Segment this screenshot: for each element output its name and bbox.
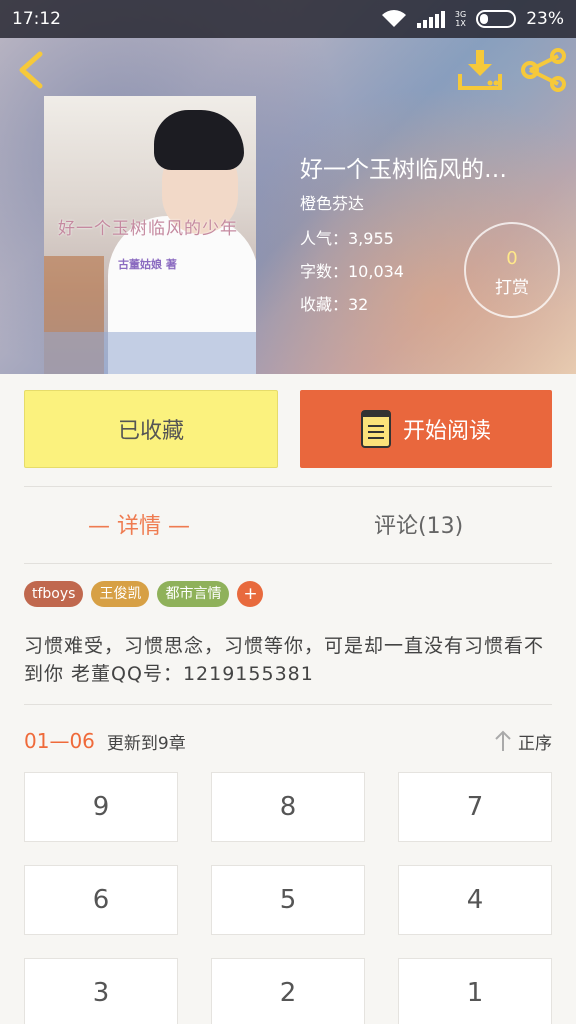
book-favorites: 收藏：32 [300,295,369,314]
tab-detail[interactable]: — 详情 — [88,508,190,540]
book-icon [360,410,391,448]
cover-band [44,332,256,374]
book-author: 橙色芬达 [300,194,365,213]
wifi-icon [381,10,406,27]
chapter-range[interactable]: 01—06 [24,729,95,753]
status-time: 17:12 [12,9,61,29]
battery-icon [476,10,517,28]
reward-count: 0 [506,248,518,269]
tag-list: tfboys 王俊凯 都市言情 + [24,581,264,607]
chapter-cell[interactable]: 3 [24,958,178,1024]
cover-hair [154,110,244,170]
chapter-cell[interactable]: 4 [398,865,552,935]
start-reading-label: 开始阅读 [402,419,491,444]
download-icon[interactable] [458,48,502,92]
network-type: 3G 1X [454,10,467,28]
reward-label: 打赏 [495,278,529,298]
chapter-cell[interactable]: 8 [211,772,365,842]
collect-button[interactable]: 已收藏 [24,390,278,468]
sort-button[interactable]: 正序 [494,729,552,754]
chapter-cell[interactable]: 7 [398,772,552,842]
reward-button[interactable]: 0 打赏 [464,222,560,318]
chapter-cell[interactable]: 2 [211,958,365,1024]
book-popularity: 人气：3,955 [300,229,394,248]
book-title: 好一个玉树临风的… [300,157,507,183]
collect-button-label: 已收藏 [117,419,184,444]
divider [24,704,552,705]
cover-title: 好一个玉树临风的少年 [58,219,238,239]
tab-comments[interactable]: 评论(13) [374,508,463,540]
book-word-count: 字数：10,034 [300,262,404,281]
start-reading-button[interactable]: 开始阅读 [300,390,552,468]
chapter-cell[interactable]: 5 [211,865,365,935]
add-tag-button[interactable]: + [237,581,264,607]
chapter-updated: 更新到9章 [106,733,186,754]
signal-icon [416,10,445,28]
share-icon[interactable] [520,48,568,92]
tag-tfboys[interactable]: tfboys [24,581,84,607]
arrow-up-icon [495,730,511,751]
divider [24,486,552,487]
cover-author: 古董姑娘 著 [118,258,177,271]
status-bar: 17:12 3G 1X 23% [0,0,576,38]
tag-wangjunkai[interactable]: 王俊凯 [91,581,150,607]
chapter-header: 01—06 更新到9章 正序 [24,726,552,756]
chapter-cell[interactable]: 6 [24,865,178,935]
chapter-cell[interactable]: 9 [24,772,178,842]
book-description: 习惯难受，习惯思念，习惯等你，可是却一直没有习惯看不到你 老董QQ号：12191… [24,635,545,685]
book-cover[interactable]: 好一个玉树临风的少年 古董姑娘 著 [44,96,256,374]
back-button[interactable] [14,50,50,90]
divider [24,563,552,564]
battery-percent: 23% [526,9,564,29]
chapter-cell[interactable]: 1 [398,958,552,1024]
tag-romance[interactable]: 都市言情 [157,581,230,607]
sort-label: 正序 [518,733,552,754]
